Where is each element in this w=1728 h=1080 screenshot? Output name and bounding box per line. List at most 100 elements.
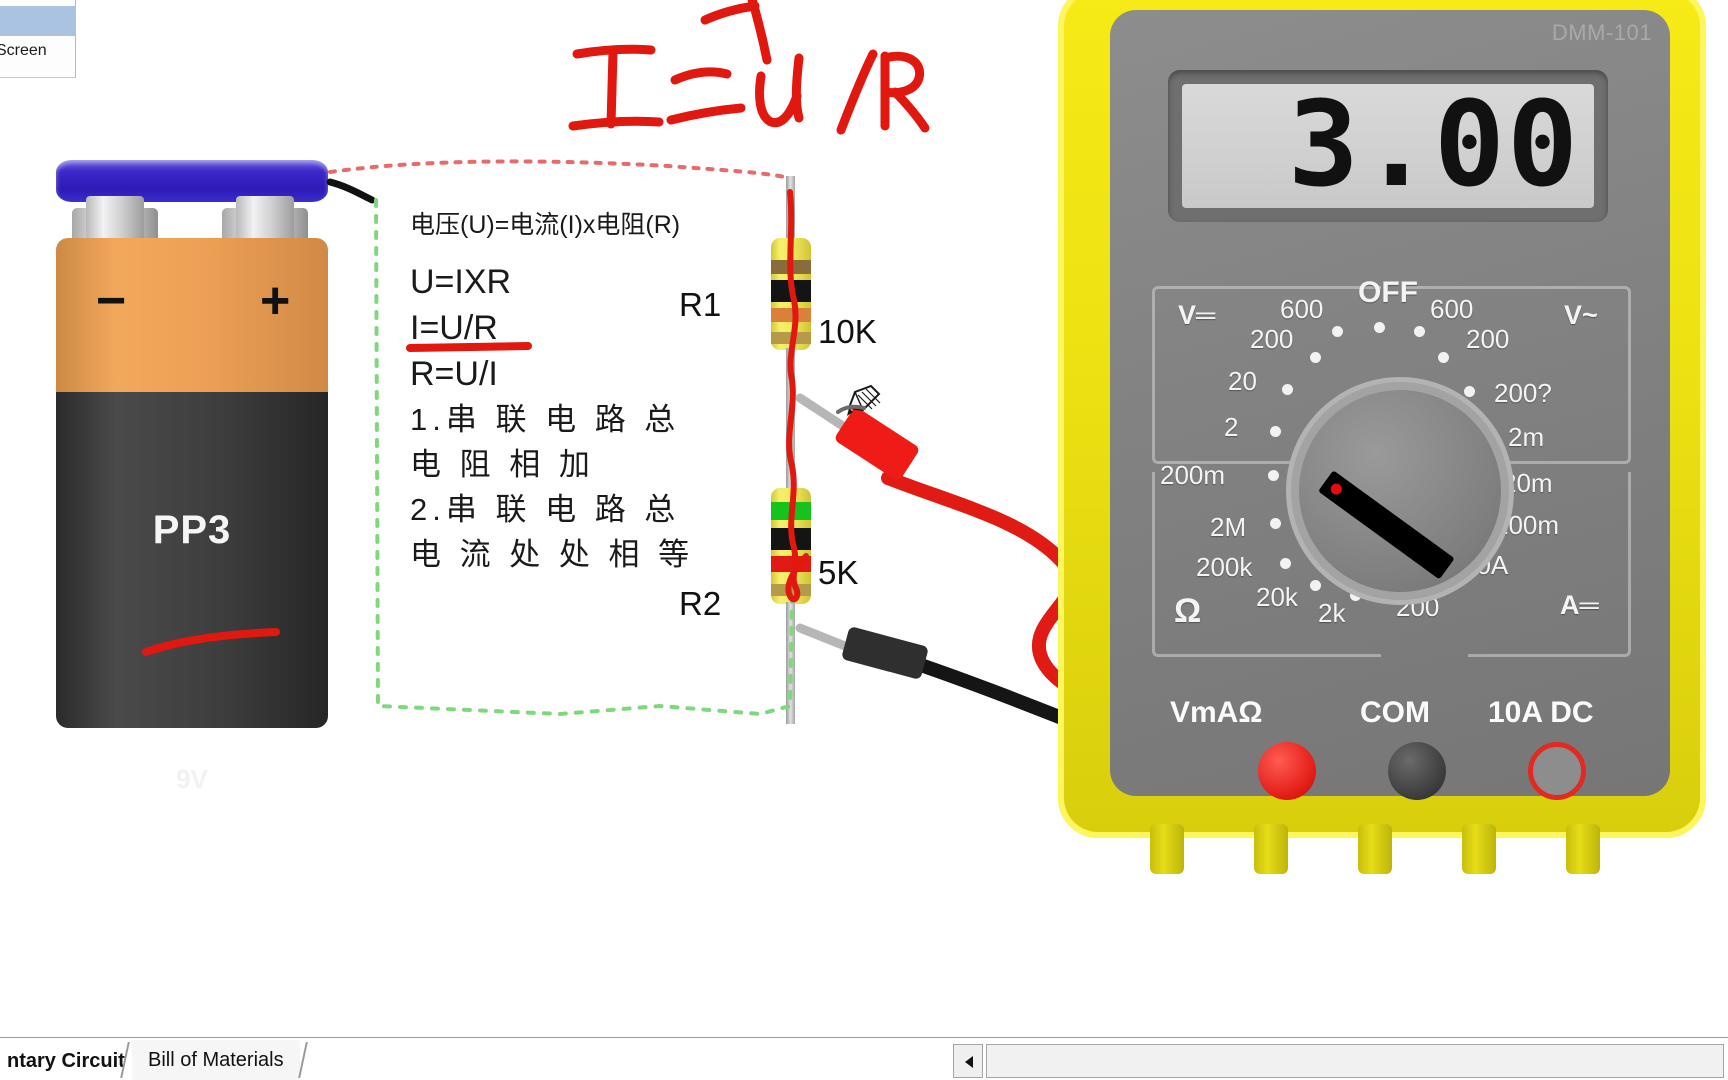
dial-pip-vac-600 bbox=[1414, 326, 1425, 337]
range-group-label-ohm: Ω bbox=[1174, 592, 1202, 630]
dial-position-vac-600[interactable]: 600 bbox=[1430, 294, 1473, 325]
resistor-r2-ref-label: R2 bbox=[679, 585, 722, 622]
multimeter-model-label: DMM-101 bbox=[1551, 20, 1652, 45]
resistor-r2-value-label: 5K bbox=[818, 554, 859, 591]
resistor-r2-band-2 bbox=[771, 528, 811, 550]
resistor-r1[interactable] bbox=[771, 238, 811, 350]
dial-pip-vdc-600 bbox=[1332, 326, 1343, 337]
resistor-r2[interactable] bbox=[771, 488, 811, 604]
dial-pip-ohm-2m bbox=[1270, 518, 1281, 529]
resistor-r1-to-r2-lead bbox=[786, 348, 795, 498]
screen-label: Screen bbox=[0, 42, 47, 59]
jack-vmaohm[interactable] bbox=[1258, 742, 1316, 800]
battery-lower-body bbox=[56, 392, 328, 728]
rule-1-line-2: 电 阻 相 加 bbox=[410, 447, 595, 482]
jack-10a-dc[interactable] bbox=[1528, 742, 1586, 800]
multimeter[interactable]: DMM-101 3.00 V═ V~ Ω A═ OFF 600 200 20 2… bbox=[1058, 0, 1706, 874]
window-chrome-snippet: Screen bbox=[0, 0, 76, 78]
resistor-r1-lead-top bbox=[786, 176, 795, 242]
multimeter-foot-2 bbox=[1254, 824, 1288, 874]
dial-position-ohm-20k[interactable]: 20k bbox=[1256, 582, 1298, 613]
dial-pip-vac-200 bbox=[1438, 352, 1449, 363]
tab-bill-of-materials[interactable]: Bill of Materials bbox=[132, 1040, 300, 1080]
multimeter-foot-3 bbox=[1358, 824, 1392, 874]
resistor-r2-band-4 bbox=[771, 584, 811, 596]
dial-pip-vdc-20 bbox=[1282, 384, 1293, 395]
dial-position-ohm-2k[interactable]: 2k bbox=[1318, 598, 1345, 629]
dial-position-vdc-600[interactable]: 600 bbox=[1280, 294, 1323, 325]
dial-position-adc-2m[interactable]: 2m bbox=[1508, 422, 1544, 453]
multimeter-faceplate: DMM-101 3.00 V═ V~ Ω A═ OFF 600 200 20 2… bbox=[1110, 10, 1670, 800]
dial-position-ohm-200k[interactable]: 200k bbox=[1196, 552, 1252, 583]
horizontal-scrollbar[interactable] bbox=[986, 1044, 1724, 1078]
multimeter-knob-pointer bbox=[1318, 470, 1455, 580]
multimeter-foot-5 bbox=[1566, 824, 1600, 874]
dial-position-vdc-200[interactable]: 200 bbox=[1250, 324, 1293, 355]
battery-minus-sign: − bbox=[96, 272, 127, 330]
rule-2-line-2: 电 流 处 处 相 等 bbox=[410, 537, 695, 572]
formula-i: I=U/R bbox=[410, 309, 498, 347]
multimeter-foot-4 bbox=[1462, 824, 1496, 874]
battery-pp3[interactable]: − + PP3 9V bbox=[56, 160, 328, 794]
multimeter-knob[interactable] bbox=[1299, 390, 1501, 592]
dial-pip-vdc-2 bbox=[1270, 426, 1281, 437]
resistor-r1-band-2 bbox=[771, 280, 811, 302]
resistor-r1-band-1 bbox=[771, 260, 811, 274]
chrome-titlebar-band bbox=[0, 6, 76, 36]
multimeter-range-dial-panel[interactable]: V═ V~ Ω A═ OFF 600 200 20 2 200m 600 200… bbox=[1146, 260, 1632, 680]
multimeter-foot-1 bbox=[1150, 824, 1184, 874]
pencil-cursor bbox=[845, 382, 885, 422]
resistor-r1-band-3 bbox=[771, 308, 811, 322]
battery-terminal-positive bbox=[236, 196, 294, 242]
battery-name-label: PP3 bbox=[152, 508, 232, 552]
multimeter-input-jacks[interactable]: VmAΩ COM 10A DC bbox=[1146, 696, 1632, 816]
range-group-label-adc: A═ bbox=[1560, 590, 1599, 620]
rule-1-line-1: 1.串 联 电 路 总 bbox=[410, 402, 681, 437]
dial-position-adc-20m[interactable]: 20m bbox=[1502, 468, 1553, 499]
handwriting-annotation-i-equals-u-over-r bbox=[555, 0, 935, 152]
resistor-r1-band-4 bbox=[771, 332, 811, 344]
multimeter-lcd-bezel: 3.00 bbox=[1168, 70, 1608, 222]
resistor-r2-band-1 bbox=[771, 502, 811, 520]
dial-pip-ohm-20k bbox=[1310, 580, 1321, 591]
dial-position-vac-200[interactable]: 200 bbox=[1466, 324, 1509, 355]
dial-pip-off bbox=[1374, 322, 1385, 333]
range-group-label-vdc: V═ bbox=[1178, 300, 1216, 330]
jack-label-com: COM bbox=[1360, 696, 1430, 729]
formula-r: R=U/I bbox=[410, 355, 498, 393]
dial-position-ohm-2m[interactable]: 2M bbox=[1210, 512, 1246, 543]
rule-2-line-1: 2.串 联 电 路 总 bbox=[410, 492, 681, 527]
resistor-r1-ref-label: R1 bbox=[679, 286, 722, 323]
resistor-r2-lead-bottom bbox=[786, 602, 795, 724]
jack-label-vmaohm: VmAΩ bbox=[1170, 696, 1263, 729]
dial-position-adc-200u[interactable]: 200? bbox=[1494, 378, 1552, 409]
multimeter-knob-ring[interactable] bbox=[1291, 382, 1509, 600]
dial-pip-adc-200u bbox=[1464, 386, 1475, 397]
range-group-label-vac: V~ bbox=[1564, 300, 1598, 330]
formula-notes: 电压(U)=电流(I)x电阻(R) U=IXR I=U/R R=U/I 1.串 … bbox=[410, 205, 740, 577]
multimeter-feet bbox=[1150, 824, 1670, 876]
probe-black-handle[interactable] bbox=[840, 625, 930, 681]
resistor-r1-value-label: 10K bbox=[818, 313, 877, 350]
multimeter-display-value: 3.00 bbox=[1287, 75, 1580, 213]
jack-com[interactable] bbox=[1388, 742, 1446, 800]
battery-voltage-label: 9V bbox=[176, 764, 208, 794]
battery-plus-sign: + bbox=[260, 272, 291, 330]
hscroll-left-button[interactable] bbox=[953, 1044, 983, 1078]
dial-position-off[interactable]: OFF bbox=[1358, 276, 1418, 310]
bottom-tab-bar: ntary Circuit Bill of Materials bbox=[0, 1037, 1728, 1080]
dial-pip-ohm-200k bbox=[1280, 558, 1291, 569]
dial-pip-vdc-200 bbox=[1310, 352, 1321, 363]
formula-ohms-law-cn: 电压(U)=电流(I)x电阻(R) bbox=[410, 211, 681, 239]
dial-pip-vdc-200m bbox=[1268, 470, 1279, 481]
dial-position-vdc-20[interactable]: 20 bbox=[1228, 366, 1257, 397]
jack-label-10a-dc: 10A DC bbox=[1488, 696, 1594, 729]
dial-position-vdc-200m[interactable]: 200m bbox=[1160, 460, 1225, 491]
multimeter-lcd: 3.00 bbox=[1182, 80, 1594, 208]
resistor-r2-band-3 bbox=[771, 556, 811, 572]
multimeter-knob-indicator-dot bbox=[1328, 481, 1344, 497]
tab-separator-2 bbox=[298, 1042, 308, 1078]
app-canvas: Screen − + PP3 9V 电压(U)=电流(I)x电阻(R) U=IX… bbox=[0, 0, 1728, 1080]
battery-terminal-negative bbox=[86, 196, 144, 242]
dial-position-vdc-2[interactable]: 2 bbox=[1224, 412, 1238, 443]
